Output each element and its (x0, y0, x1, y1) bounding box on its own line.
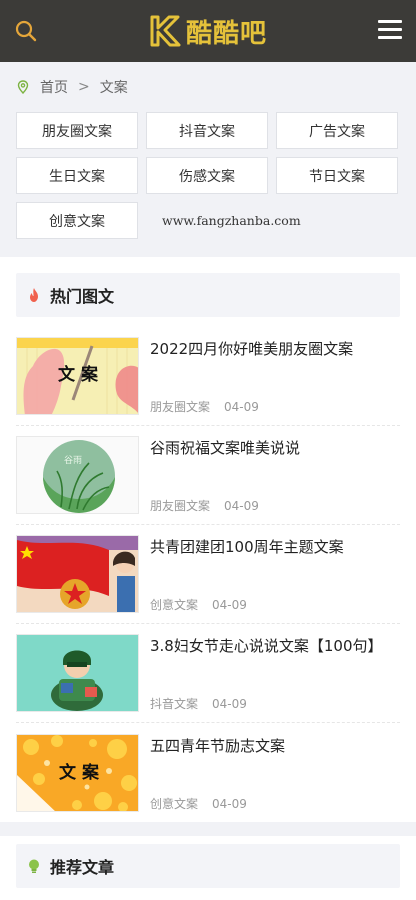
category-link-jieri[interactable]: 节日文案 (276, 157, 398, 194)
location-pin-icon (17, 80, 29, 94)
recommend-section: 推荐文章 (0, 836, 416, 900)
article-category[interactable]: 创意文案 (150, 797, 198, 811)
category-link-douyin[interactable]: 抖音文案 (146, 112, 268, 149)
article-category[interactable]: 抖音文案 (150, 697, 198, 711)
article-title[interactable]: 共青团建团100周年主题文案 (150, 536, 400, 558)
hot-section-header: 热门图文 (16, 273, 400, 317)
hot-section-title: 热门图文 (50, 287, 115, 306)
site-url-text: www.fangzhanba.com (162, 213, 301, 228)
article-category[interactable]: 创意文案 (150, 598, 198, 612)
search-icon[interactable] (14, 19, 38, 43)
category-link-chuangyi[interactable]: 创意文案 (16, 202, 138, 239)
thumbnail-caption: 文 案 (58, 364, 99, 385)
article-date: 04-09 (224, 499, 259, 513)
article-category[interactable]: 朋友圈文案 (150, 499, 210, 513)
category-link-shanggan[interactable]: 伤感文案 (146, 157, 268, 194)
article-title[interactable]: 谷雨祝福文案唯美说说 (150, 437, 400, 459)
article-thumbnail[interactable]: 文 案 (16, 337, 139, 415)
article-title[interactable]: 2022四月你好唯美朋友圈文案 (150, 338, 400, 360)
article-category[interactable]: 朋友圈文案 (150, 400, 210, 414)
article-date: 04-09 (212, 697, 247, 711)
article-title[interactable]: 3.8妇女节走心说说文案【100句】 (150, 635, 400, 657)
article-date: 04-09 (212, 598, 247, 612)
article-info: 2022四月你好唯美朋友圈文案 朋友圈文案 04-09 (150, 337, 400, 415)
thumbnail-caption: 文 案 (59, 762, 100, 783)
hot-article-list: 文 案 2022四月你好唯美朋友圈文案 朋友圈文案 04-09 谷雨 谷雨祝福文… (16, 327, 400, 822)
breadcrumb: 首页 > 文案 (16, 62, 400, 112)
article-thumbnail[interactable]: 文 案 (16, 733, 139, 812)
article-date: 04-09 (224, 400, 259, 414)
section-divider (0, 822, 416, 836)
article-info: 共青团建团100周年主题文案 创意文案 04-09 (150, 535, 400, 613)
site-header: 酷酷吧 (0, 0, 416, 62)
hot-section: 热门图文 文 案 2022四月你好唯美朋友圈文案 朋友圈文案 04-09 谷雨 … (0, 257, 416, 822)
article-meta: 抖音文案 04-09 (150, 695, 400, 712)
breadcrumb-home-link[interactable]: 首页 (40, 77, 68, 97)
recommend-section-header: 推荐文章 (16, 844, 400, 888)
article-meta: 创意文案 04-09 (150, 596, 400, 613)
breadcrumb-separator: > (78, 79, 90, 95)
category-grid: 朋友圈文案 抖音文案 广告文案 生日文案 伤感文案 节日文案 创意文案 www.… (16, 112, 400, 239)
logo-k-icon (150, 15, 181, 47)
article-info: 3.8妇女节走心说说文案【100句】 抖音文案 04-09 (150, 634, 400, 712)
article-meta: 创意文案 04-09 (150, 795, 400, 812)
article-thumbnail[interactable] (16, 535, 139, 613)
article-thumbnail[interactable]: 谷雨 (16, 436, 139, 514)
logo-text: 酷酷吧 (185, 18, 267, 49)
lightbulb-icon (29, 859, 39, 873)
thumbnail-caption: 谷雨 (64, 455, 82, 466)
site-logo[interactable]: 酷酷吧 (149, 13, 267, 50)
article-meta: 朋友圈文案 04-09 (150, 398, 400, 415)
article-meta: 朋友圈文案 04-09 (150, 497, 400, 514)
flame-icon (30, 288, 38, 302)
breadcrumb-current[interactable]: 文案 (100, 77, 128, 97)
article-title[interactable]: 五四青年节励志文案 (150, 735, 400, 757)
list-item[interactable]: 谷雨 谷雨祝福文案唯美说说 朋友圈文案 04-09 (16, 426, 400, 525)
category-area: 首页 > 文案 朋友圈文案 抖音文案 广告文案 生日文案 伤感文案 节日文案 创… (0, 62, 416, 255)
list-item[interactable]: 共青团建团100周年主题文案 创意文案 04-09 (16, 525, 400, 624)
category-link-guanggao[interactable]: 广告文案 (276, 112, 398, 149)
article-thumbnail[interactable] (16, 634, 139, 712)
list-item[interactable]: 3.8妇女节走心说说文案【100句】 抖音文案 04-09 (16, 624, 400, 723)
list-item[interactable]: 文 案 2022四月你好唯美朋友圈文案 朋友圈文案 04-09 (16, 327, 400, 426)
recommend-section-title: 推荐文章 (50, 858, 115, 877)
article-date: 04-09 (212, 796, 247, 811)
category-link-shengri[interactable]: 生日文案 (16, 157, 138, 194)
article-info: 五四青年节励志文案 创意文案 04-09 (150, 734, 400, 812)
article-info: 谷雨祝福文案唯美说说 朋友圈文案 04-09 (150, 436, 400, 514)
category-link-pengyouquan[interactable]: 朋友圈文案 (16, 112, 138, 149)
menu-icon[interactable] (378, 20, 402, 42)
list-item[interactable]: 文 案 五四青年节励志文案 创意文案 04-09 (16, 723, 400, 822)
